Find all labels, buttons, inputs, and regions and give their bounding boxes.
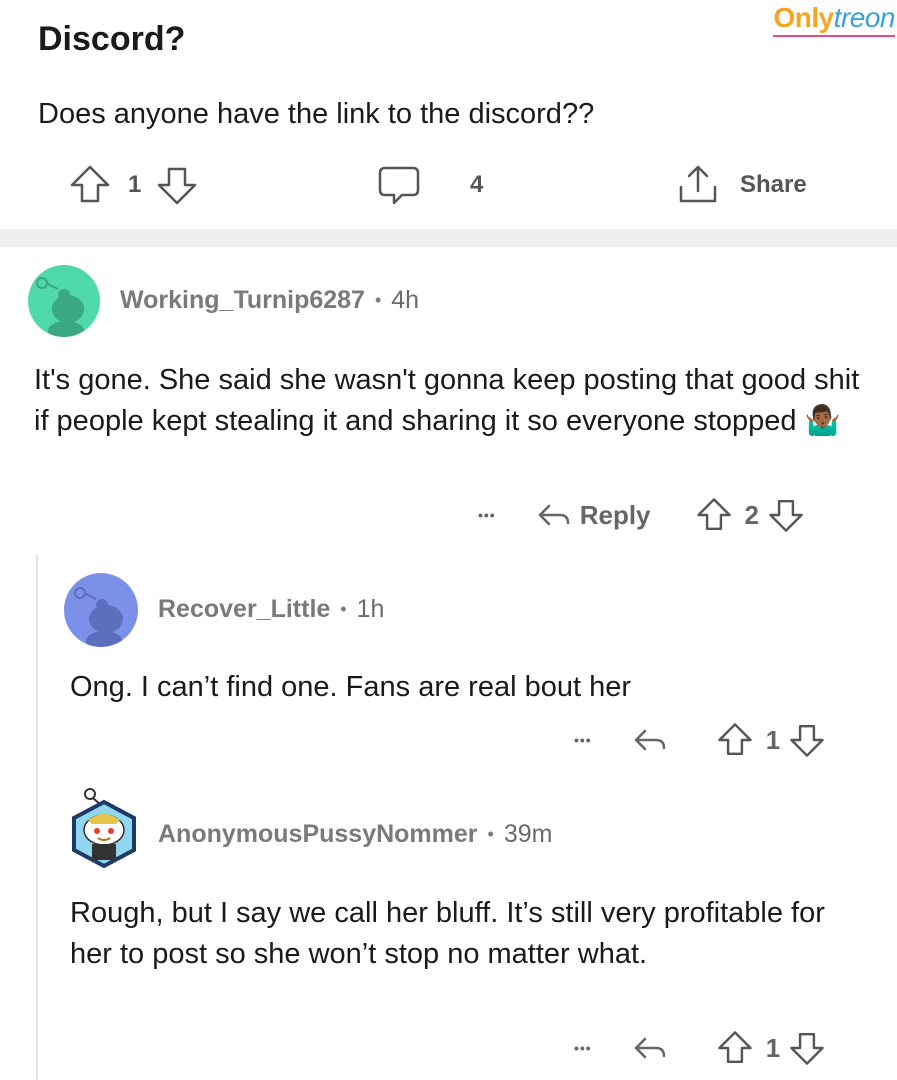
comment-bubble-icon xyxy=(378,166,420,205)
watermark-part-1: Only xyxy=(773,2,834,33)
downvote-icon[interactable] xyxy=(788,1029,826,1067)
downvote-icon[interactable] xyxy=(767,496,805,534)
more-options-icon[interactable]: ••• xyxy=(574,732,592,748)
post-title: Discord? xyxy=(38,20,186,58)
reply-button[interactable] xyxy=(632,725,668,755)
snoo-avatar-icon xyxy=(36,277,84,337)
post-body: Does anyone have the link to the discord… xyxy=(38,98,595,130)
comment-meta: AnonymousPussyNommer • 39m xyxy=(158,820,553,849)
comment-vote-count: 1 xyxy=(765,724,781,755)
downvote-icon[interactable] xyxy=(155,163,199,207)
reply-arrow-icon xyxy=(634,1037,665,1059)
upvote-icon[interactable] xyxy=(716,721,754,759)
reply-button[interactable] xyxy=(632,1033,668,1063)
shrug-emoji: 🤷🏾‍♂️ xyxy=(804,405,841,437)
share-label: Share xyxy=(740,171,807,198)
reply-button[interactable]: Reply xyxy=(536,500,651,531)
comment-count: 4 xyxy=(470,171,484,198)
thread-line[interactable] xyxy=(36,555,38,1080)
comment-meta: Recover_Little • 1h xyxy=(158,595,385,624)
post-action-bar: 1 4 Share xyxy=(0,155,897,215)
comment-actions: ••• Reply 2 xyxy=(478,495,805,535)
custom-snoo-avatar-icon xyxy=(72,788,136,869)
avatar[interactable] xyxy=(28,265,100,337)
snoo-avatar-icon xyxy=(74,587,123,647)
comment-vote-count: 1 xyxy=(765,1032,781,1063)
comments-button[interactable]: 4 xyxy=(376,155,483,215)
more-options-icon[interactable]: ••• xyxy=(574,1040,592,1056)
comment-actions: ••• 1 xyxy=(574,720,826,760)
comment-age: 4h xyxy=(391,286,420,314)
reply-label: Reply xyxy=(579,499,651,530)
username[interactable]: Working_Turnip6287 xyxy=(120,286,365,315)
comment-meta: Working_Turnip6287 • 4h xyxy=(120,286,420,315)
comment-vote-count: 2 xyxy=(744,499,759,530)
reply-arrow-icon xyxy=(538,504,569,526)
comment-actions: ••• 1 xyxy=(574,1028,826,1068)
comment-text: It's gone. She said she wasn't gonna kee… xyxy=(34,360,874,442)
watermark-part-2: treon xyxy=(833,2,896,33)
more-options-icon[interactable]: ••• xyxy=(478,507,496,523)
avatar[interactable] xyxy=(64,573,138,647)
comment-age: 1h xyxy=(356,595,385,623)
comment-body: Rough, but I say we call her bluff. It’s… xyxy=(70,897,825,970)
username[interactable]: AnonymousPussyNommer xyxy=(158,820,478,849)
upvote-icon[interactable] xyxy=(68,163,112,207)
share-button[interactable]: Share xyxy=(676,155,807,215)
post-vote-count: 1 xyxy=(128,171,142,198)
watermark-logo: Onlytreon xyxy=(773,2,896,37)
downvote-icon[interactable] xyxy=(788,721,826,759)
upvote-icon[interactable] xyxy=(716,1029,754,1067)
section-divider xyxy=(0,229,897,247)
upvote-icon[interactable] xyxy=(695,496,733,534)
comment-body: It's gone. She said she wasn't gonna kee… xyxy=(34,364,860,437)
post-vote-group: 1 xyxy=(68,155,199,215)
comment-body: Ong. I can’t find one. Fans are real bou… xyxy=(70,671,631,703)
share-icon xyxy=(679,165,717,203)
reply-arrow-icon xyxy=(634,729,665,751)
comment-age: 39m xyxy=(503,820,553,848)
avatar[interactable] xyxy=(66,784,142,869)
username[interactable]: Recover_Little xyxy=(158,595,330,624)
